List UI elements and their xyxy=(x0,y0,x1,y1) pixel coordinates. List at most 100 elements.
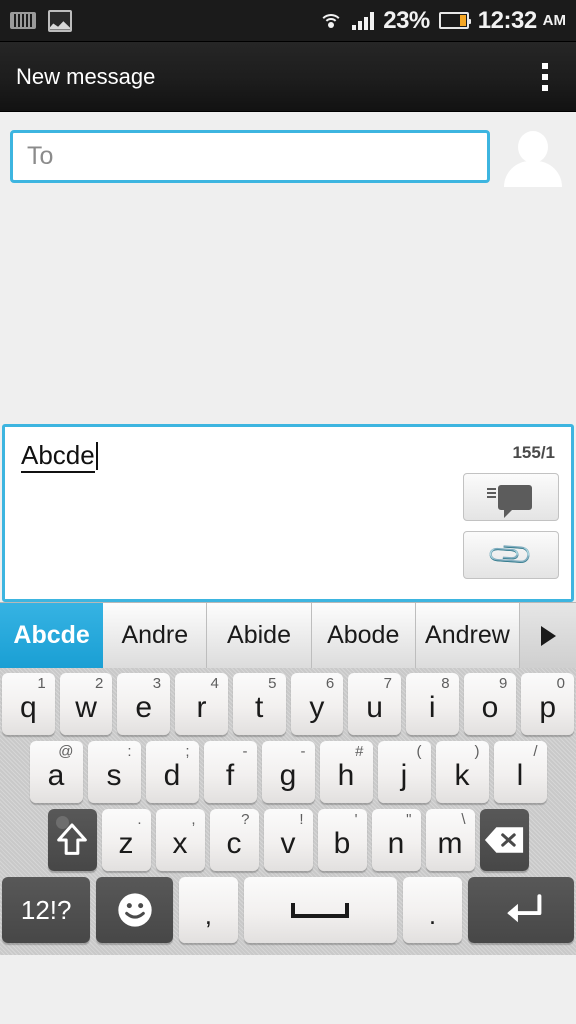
key-z[interactable]: .z xyxy=(101,809,151,871)
key-m[interactable]: \ m xyxy=(425,809,475,871)
key-alt-label: : xyxy=(127,743,132,760)
key-comma[interactable]: , xyxy=(178,877,238,943)
overflow-menu-icon[interactable] xyxy=(530,53,560,101)
key-s[interactable]: :s xyxy=(87,741,141,803)
key-u[interactable]: 7u xyxy=(348,673,401,735)
key-label: . xyxy=(428,899,437,930)
phone-screen: 23% 12:32 AM New message To Abcde 155/1 xyxy=(0,0,576,1024)
key-t[interactable]: 5t xyxy=(232,673,286,735)
suggestion-item[interactable]: Andre xyxy=(103,603,208,668)
key-label: v xyxy=(280,827,296,860)
key-e[interactable]: 3e xyxy=(117,673,171,735)
key-alt-label: - xyxy=(300,743,306,760)
key-alt-label: , xyxy=(191,811,196,828)
key-g[interactable]: -g xyxy=(261,741,315,803)
symbols-key[interactable]: 12!? xyxy=(2,877,91,943)
key-h[interactable]: # h xyxy=(319,741,373,803)
text-cursor xyxy=(95,442,98,470)
suggestion-item[interactable]: Abide xyxy=(207,603,312,668)
paperclip-icon[interactable]: 📎 xyxy=(463,530,559,580)
key-o[interactable]: 9o xyxy=(463,673,517,735)
key-alt-label: ? xyxy=(241,811,250,828)
key-w[interactable]: 2w xyxy=(59,673,113,735)
key-label: a xyxy=(47,759,65,792)
key-v[interactable]: ! v xyxy=(263,809,313,871)
compose-area[interactable]: Abcde 155/1 📎 xyxy=(2,424,574,602)
enter-key-icon[interactable] xyxy=(467,877,574,943)
key-a[interactable]: @ a xyxy=(29,741,83,803)
key-label: c xyxy=(226,827,242,860)
key-label: n xyxy=(387,827,405,860)
recipient-row: To xyxy=(0,112,576,197)
key-y[interactable]: 6y xyxy=(290,673,344,735)
key-j[interactable]: (j xyxy=(377,741,431,803)
key-label: j xyxy=(400,759,408,792)
to-placeholder: To xyxy=(27,141,54,170)
key-f[interactable]: -f xyxy=(203,741,257,803)
key-alt-label: ) xyxy=(474,743,480,760)
page-title: New message xyxy=(16,63,156,89)
key-label: h xyxy=(337,759,355,792)
key-alt-label: 0 xyxy=(556,675,566,692)
key-alt-label: # xyxy=(355,743,364,760)
key-label: , xyxy=(204,899,213,930)
battery-icon xyxy=(438,12,471,29)
key-label: r xyxy=(196,691,207,724)
char-counter: 155/1 xyxy=(512,443,555,462)
suggestion-item[interactable]: Abcde xyxy=(0,603,104,668)
key-alt-label: \ xyxy=(461,811,466,828)
key-alt-label: ! xyxy=(299,811,304,828)
key-p[interactable]: 0p xyxy=(521,673,575,735)
key-r[interactable]: 4r xyxy=(175,673,228,735)
key-label: t xyxy=(254,691,264,724)
key-alt-label: 9 xyxy=(498,675,508,692)
clock-time: 12:32 xyxy=(477,6,537,34)
backspace-key-icon[interactable] xyxy=(479,809,529,871)
key-d[interactable]: ; d xyxy=(145,741,199,803)
key-alt-label: 6 xyxy=(325,675,335,692)
action-bar: New message xyxy=(0,42,576,112)
key-alt-label: 5 xyxy=(268,675,277,692)
key-alt-label: @ xyxy=(58,743,74,760)
key-period[interactable]: . xyxy=(403,877,462,943)
suggestion-item[interactable]: Andrew xyxy=(415,603,521,668)
key-label: o xyxy=(481,691,499,724)
key-label: y xyxy=(309,691,325,724)
key-n[interactable]: " n xyxy=(371,809,421,871)
key-alt-label: 8 xyxy=(441,675,450,692)
key-alt-label: 4 xyxy=(210,675,219,692)
status-bar: 23% 12:32 AM xyxy=(0,0,576,42)
status-notification-icons xyxy=(10,9,72,32)
emoji-key-icon[interactable] xyxy=(96,877,173,943)
conversation-area xyxy=(0,197,576,424)
key-alt-label: - xyxy=(242,743,248,760)
keyboard-row-4: 12!? , . xyxy=(2,877,574,943)
suggestion-item[interactable]: Abode xyxy=(311,603,416,668)
key-l[interactable]: / l xyxy=(493,741,547,803)
key-i[interactable]: 8i xyxy=(405,673,459,735)
compose-buttons: 📎 xyxy=(463,473,559,580)
key-q[interactable]: 1q xyxy=(1,673,55,735)
key-label: b xyxy=(333,827,351,860)
key-k[interactable]: ) k xyxy=(435,741,489,803)
message-input-text[interactable]: Abcde xyxy=(21,441,95,473)
key-x[interactable]: ,x xyxy=(155,809,205,871)
key-label: e xyxy=(135,691,153,724)
to-field[interactable]: To xyxy=(10,129,490,183)
key-label: k xyxy=(454,759,470,792)
key-b[interactable]: ' b xyxy=(317,809,367,871)
key-alt-label: 3 xyxy=(152,675,162,692)
send-message-icon[interactable] xyxy=(463,473,559,521)
key-label: f xyxy=(225,759,235,792)
spacebar-key-icon[interactable] xyxy=(243,877,398,943)
key-label: z xyxy=(118,827,134,860)
shift-key-icon[interactable] xyxy=(47,809,97,871)
key-c[interactable]: ? c xyxy=(209,809,259,871)
key-alt-label: 7 xyxy=(383,675,392,692)
keyboard-row-1: 1q 2w 3e 4r 5t 6y 7u 8i 9o 0p xyxy=(1,673,575,735)
key-alt-label: ; xyxy=(185,743,190,760)
key-label: s xyxy=(106,759,122,792)
key-label: q xyxy=(19,691,37,724)
contact-avatar-icon[interactable] xyxy=(500,125,566,187)
expand-suggestions-arrow-icon[interactable] xyxy=(520,603,576,668)
